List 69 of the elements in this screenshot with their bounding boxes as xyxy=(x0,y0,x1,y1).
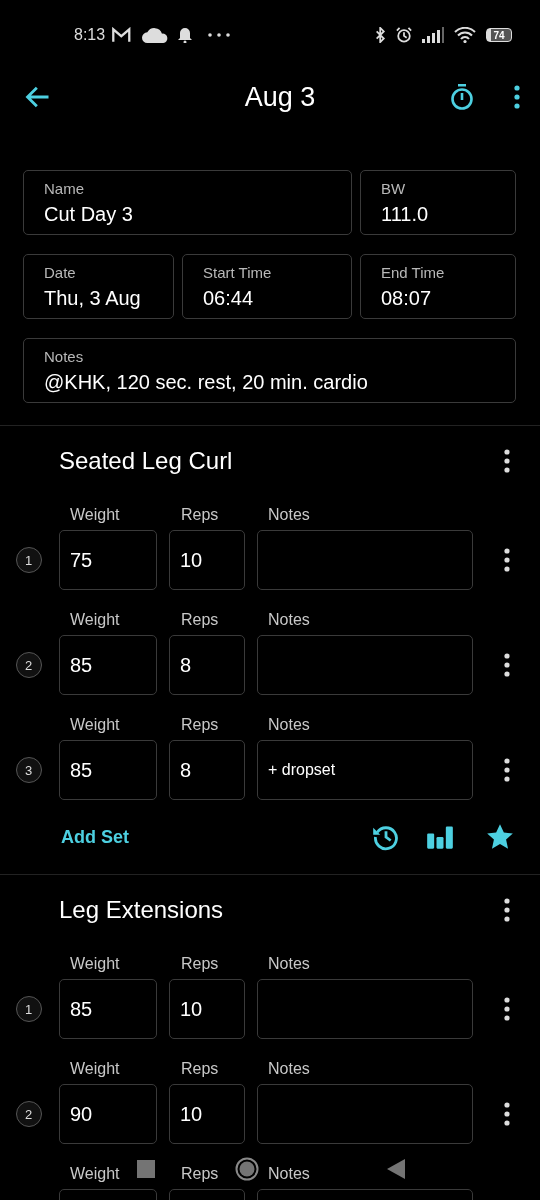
text-field[interactable]: Name Cut Day 3 xyxy=(23,170,352,235)
field-value: 10 xyxy=(180,548,203,572)
column-label: Reps xyxy=(181,716,219,733)
field-value: 8 xyxy=(180,653,192,677)
column-label: Notes xyxy=(268,1165,310,1182)
column-label: Reps xyxy=(181,1165,219,1182)
column-label: Reps xyxy=(181,955,219,972)
field-value: 10 xyxy=(180,997,203,1021)
field-label: Name xyxy=(44,179,85,197)
text-field[interactable]: Start Time 06:44 xyxy=(182,254,352,319)
column-label: Weight xyxy=(70,1165,120,1182)
column-label: Weight xyxy=(70,955,120,972)
field-value: 06:44 xyxy=(203,286,255,310)
column-label: Notes xyxy=(268,716,310,733)
exercise-title: Seated Leg Curl xyxy=(59,447,233,475)
field-value: Cut Day 3 xyxy=(44,202,134,226)
input-field[interactable]: 85 xyxy=(59,740,157,800)
exercise-title: Leg Extensions xyxy=(59,896,224,924)
field-value: 85 xyxy=(70,758,93,782)
input-field[interactable]: 10 xyxy=(169,979,245,1039)
text-field[interactable]: BW 111.0 xyxy=(360,170,516,235)
column-label: Notes xyxy=(268,1060,310,1077)
field-value: @KHK, 120 sec. rest, 20 min. cardio xyxy=(44,370,369,394)
field-label: Notes xyxy=(44,347,85,365)
column-label: Reps xyxy=(181,506,219,523)
field-label: End Time xyxy=(381,263,446,281)
column-label: Reps xyxy=(181,1060,219,1077)
column-label: Weight xyxy=(70,506,120,523)
field-value: 8 xyxy=(180,758,192,782)
set-number: 1 xyxy=(15,996,42,1022)
column-label: Weight xyxy=(70,716,120,733)
column-label: Weight xyxy=(70,1060,120,1077)
field-value: + dropset xyxy=(268,761,336,779)
text-field[interactable]: Date Thu, 3 Aug xyxy=(23,254,174,319)
input-field[interactable]: + dropset xyxy=(257,740,473,800)
input-field[interactable]: 10 xyxy=(169,530,245,590)
column-label: Notes xyxy=(268,506,310,523)
input-field[interactable]: 85 xyxy=(59,979,157,1039)
battery-level: 74 xyxy=(493,29,505,41)
page-title: Aug 3 xyxy=(243,81,317,113)
set-number: 3 xyxy=(15,757,42,783)
input-field[interactable]: 75 xyxy=(59,530,157,590)
field-value: Thu, 3 Aug xyxy=(44,286,142,310)
text-field[interactable]: Notes @KHK, 120 sec. rest, 20 min. cardio xyxy=(23,338,516,403)
field-value: 75 xyxy=(70,548,93,572)
field-label: Start Time xyxy=(203,263,273,281)
column-label: Weight xyxy=(70,611,120,628)
set-number: 2 xyxy=(15,1101,42,1127)
input-field[interactable]: 90 xyxy=(59,1084,157,1144)
set-number: 2 xyxy=(15,652,42,678)
add-set-button[interactable]: Add Set xyxy=(61,826,129,848)
field-label: BW xyxy=(381,179,407,197)
set-number: 1 xyxy=(15,547,42,573)
input-field[interactable]: 85 xyxy=(59,635,157,695)
field-value: 90 xyxy=(70,1102,93,1126)
input-field[interactable]: 10 xyxy=(169,1084,245,1144)
input-field[interactable]: 8 xyxy=(169,635,245,695)
field-value: 10 xyxy=(180,1102,203,1126)
field-value: 85 xyxy=(70,653,93,677)
text-field[interactable]: End Time 08:07 xyxy=(360,254,516,319)
column-label: Notes xyxy=(268,611,310,628)
field-value: 111.0 xyxy=(381,202,430,226)
clock-time: 8:13 xyxy=(74,26,106,44)
field-value: 08:07 xyxy=(381,286,433,310)
column-label: Reps xyxy=(181,611,219,628)
input-field[interactable]: 8 xyxy=(169,740,245,800)
field-label: Date xyxy=(44,263,77,281)
column-label: Notes xyxy=(268,955,310,972)
field-value: 85 xyxy=(70,997,93,1021)
